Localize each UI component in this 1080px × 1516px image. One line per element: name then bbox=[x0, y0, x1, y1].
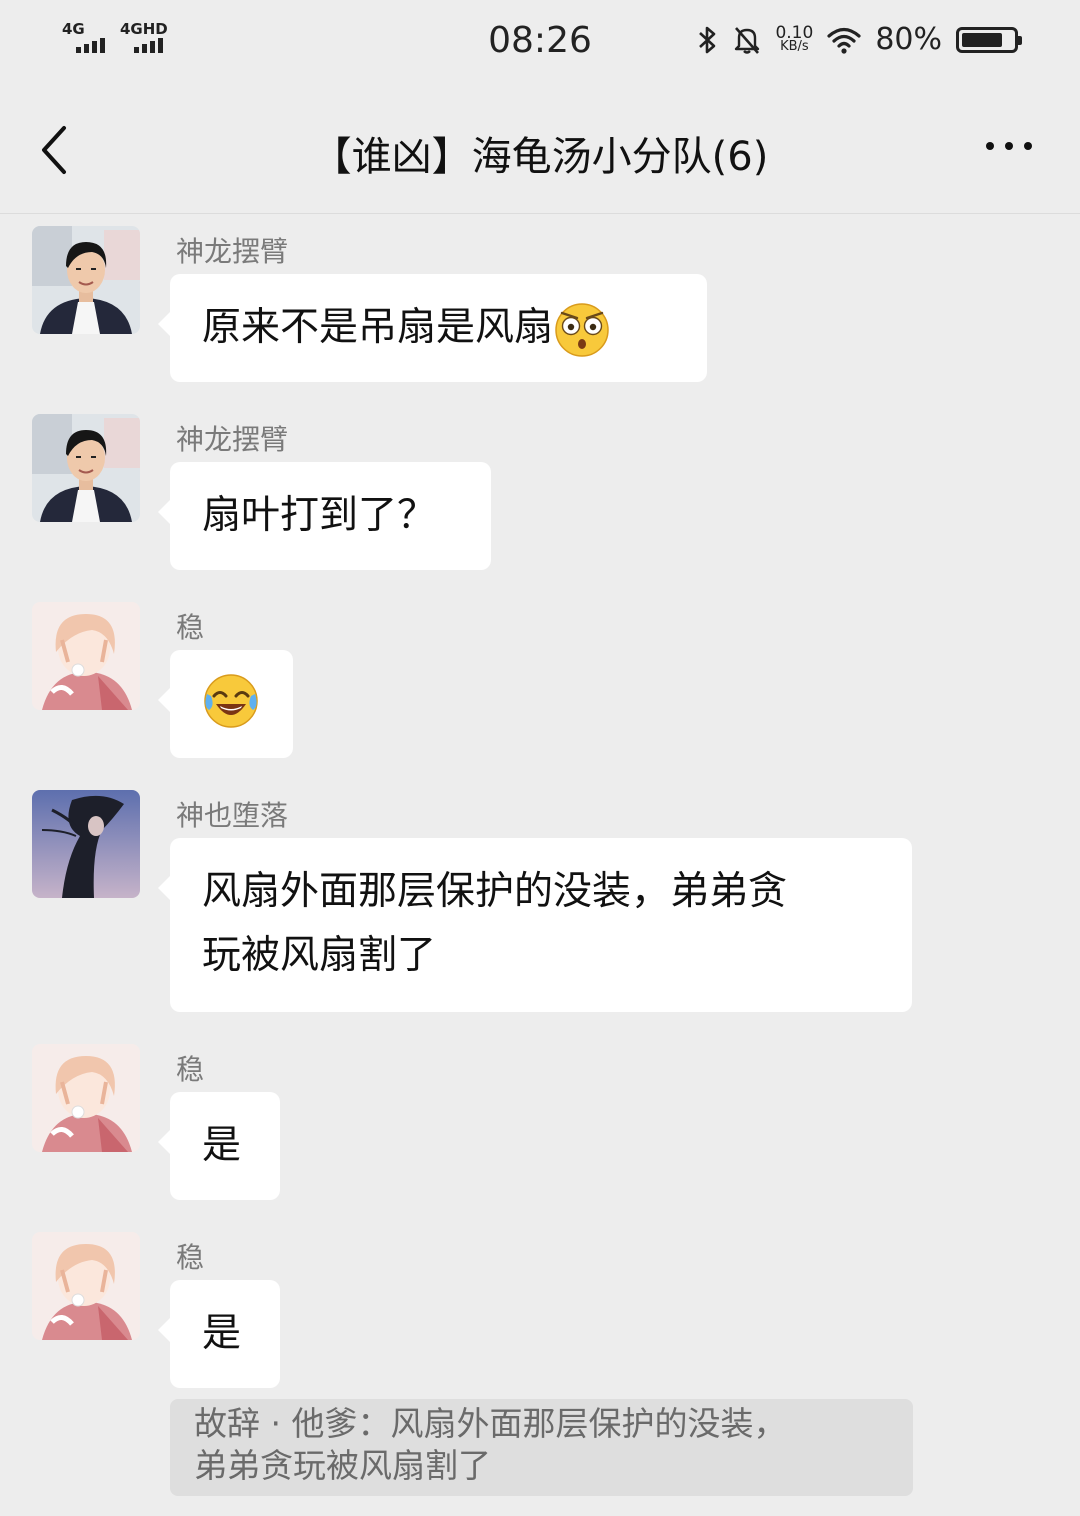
sender-name: 神龙摆臂 bbox=[176, 235, 289, 268]
message-item: 稳 是 bbox=[0, 1044, 1080, 1204]
sender-name: 稳 bbox=[176, 1053, 205, 1086]
message-item: 稳 是 bbox=[0, 1232, 1080, 1392]
net-speed-value: 0.10 bbox=[775, 22, 814, 43]
status-bar: 4G 4GHD 08:26 0.10 KB/s 80% bbox=[0, 0, 1080, 86]
sender-name: 神龙摆臂 bbox=[176, 423, 289, 456]
sender-name: 神也堕落 bbox=[176, 799, 289, 832]
message-text-line: 玩被风扇割了 bbox=[202, 933, 437, 978]
net-speed: 0.10 KB/s bbox=[775, 22, 814, 54]
message-text: 扇叶打到了？ bbox=[202, 493, 437, 538]
chat-title: 【谁凶】海龟汤小分队(6) bbox=[311, 134, 769, 180]
chat-header: 【谁凶】海龟汤小分队(6) bbox=[0, 86, 1080, 214]
bluetooth-icon bbox=[699, 26, 716, 53]
message-text-line: 风扇外面那层保护的没装，弟弟贪 bbox=[202, 869, 788, 914]
sender-name: 稳 bbox=[176, 1241, 205, 1274]
mute-bell-icon bbox=[735, 26, 760, 54]
message-item: 神龙摆臂 原来不是吊扇是风扇 bbox=[0, 226, 1080, 386]
battery-icon bbox=[956, 26, 1022, 53]
message-bubble[interactable]: 是 bbox=[158, 1280, 280, 1388]
quote-text-line: 故辞 · 他爹：风扇外面那层保护的没装， bbox=[194, 1404, 787, 1443]
avatar[interactable] bbox=[32, 226, 140, 334]
avatar[interactable] bbox=[32, 790, 140, 898]
message-bubble[interactable]: 原来不是吊扇是风扇 bbox=[158, 274, 707, 382]
message-bubble[interactable]: 扇叶打到了？ bbox=[158, 462, 491, 570]
message-item: 稳 bbox=[0, 602, 1080, 762]
message-item: 神也堕落 风扇外面那层保护的没装，弟弟贪 玩被风扇割了 bbox=[0, 790, 1080, 1020]
net-speed-unit: KB/s bbox=[780, 38, 809, 54]
message-text: 是 bbox=[202, 1311, 242, 1356]
more-options-icon[interactable] bbox=[986, 142, 1032, 150]
message-text: 原来不是吊扇是风扇 bbox=[202, 305, 554, 350]
quoted-message[interactable]: 故辞 · 他爹：风扇外面那层保护的没装， 弟弟贪玩被风扇割了 bbox=[170, 1399, 913, 1496]
message-text: 是 bbox=[202, 1123, 242, 1168]
message-bubble[interactable] bbox=[158, 650, 293, 758]
status-icons: 0.10 KB/s 80% bbox=[697, 22, 1022, 57]
quote-text-line: 弟弟贪玩被风扇割了 bbox=[194, 1446, 491, 1485]
message-item: 神龙摆臂 扇叶打到了？ bbox=[0, 414, 1080, 574]
wifi-icon bbox=[827, 27, 861, 54]
message-bubble[interactable]: 是 bbox=[158, 1092, 280, 1200]
avatar[interactable] bbox=[32, 414, 140, 522]
battery-percent: 80% bbox=[875, 22, 942, 57]
avatar[interactable] bbox=[32, 1232, 140, 1340]
sender-name: 稳 bbox=[176, 611, 205, 644]
avatar[interactable] bbox=[32, 1044, 140, 1152]
flushed-face-emoji bbox=[555, 302, 609, 357]
tears-of-joy-emoji bbox=[204, 674, 258, 728]
message-bubble[interactable]: 风扇外面那层保护的没装，弟弟贪 玩被风扇割了 bbox=[158, 838, 912, 1012]
avatar[interactable] bbox=[32, 602, 140, 710]
